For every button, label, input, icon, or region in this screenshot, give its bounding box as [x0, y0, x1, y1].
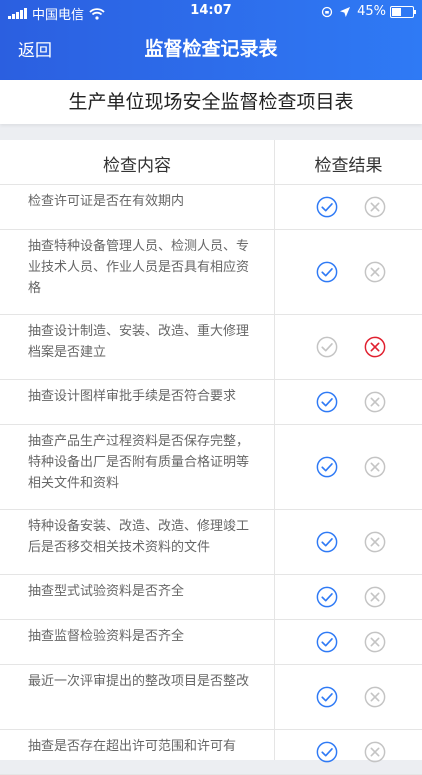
inspection-table: 检查内容 检查结果 检查许可证是否在有效期内抽查特种设备管理人员、检测人员、专业…: [0, 140, 422, 775]
result-options: [316, 261, 386, 283]
table-row: 特种设备安装、改造、改造、修理竣工后是否移交相关技术资料的文件: [0, 510, 422, 575]
check-circle-icon[interactable]: [316, 686, 338, 708]
result-options: [316, 391, 386, 413]
check-item-text: 抽查设计图样审批手续是否符合要求: [28, 389, 237, 404]
battery-icon: [390, 5, 416, 18]
x-circle-icon[interactable]: [364, 261, 386, 283]
result-options: [316, 631, 386, 653]
check-item-text: 检查许可证是否在有效期内: [28, 194, 185, 209]
table-row: 抽查特种设备管理人员、检测人员、专业技术人员、作业人员是否具有相应资格: [0, 230, 422, 315]
x-circle-icon[interactable]: [364, 336, 386, 358]
check-circle-icon[interactable]: [316, 741, 338, 763]
table-row: 最近一次评审提出的整改项目是否整改: [0, 665, 422, 730]
subtitle-bar: 生产单位现场安全监督检查项目表: [0, 80, 422, 124]
table-header: 检查内容 检查结果: [0, 140, 422, 185]
header-result: 检查结果: [314, 156, 383, 176]
x-circle-icon[interactable]: [364, 391, 386, 413]
check-circle-icon[interactable]: [316, 631, 338, 653]
check-item-text: 抽查产品生产过程资料是否保存完整，特种设备出厂是否附有质量合格证明等相关文件和资…: [28, 434, 250, 491]
table-row: 抽查设计图样审批手续是否符合要求: [0, 380, 422, 425]
result-options: [316, 586, 386, 608]
check-item-text: 抽查设计制造、安装、改造、重大修理档案是否建立: [28, 324, 250, 360]
check-item-text: 最近一次评审提出的整改项目是否整改: [28, 674, 250, 689]
check-circle-icon[interactable]: [316, 196, 338, 218]
result-options: [316, 196, 386, 218]
orientation-lock-icon: [321, 6, 333, 17]
table-row: 检查许可证是否在有效期内: [0, 185, 422, 230]
check-circle-icon[interactable]: [316, 531, 338, 553]
app-header: 中国电信 14:07 45% 监督检查记录表 返回: [0, 0, 422, 80]
x-circle-icon[interactable]: [364, 586, 386, 608]
check-circle-icon[interactable]: [316, 586, 338, 608]
table-row: 抽查产品生产过程资料是否保存完整，特种设备出厂是否附有质量合格证明等相关文件和资…: [0, 425, 422, 510]
check-item-text: 抽查监督检验资料是否齐全: [28, 629, 185, 644]
check-circle-icon[interactable]: [316, 336, 338, 358]
table-subtitle: 生产单位现场安全监督检查项目表: [68, 91, 354, 113]
check-circle-icon[interactable]: [316, 391, 338, 413]
check-item-text: 抽查型式试验资料是否齐全: [28, 584, 185, 599]
result-options: [316, 531, 386, 553]
x-circle-icon[interactable]: [364, 686, 386, 708]
location-icon: [340, 6, 351, 17]
x-circle-icon[interactable]: [364, 531, 386, 553]
page-title: 监督检查记录表: [144, 38, 278, 60]
table-row: 抽查型式试验资料是否齐全: [0, 575, 422, 620]
x-circle-icon[interactable]: [364, 456, 386, 478]
result-options: [316, 456, 386, 478]
table-row: 抽查监督检验资料是否齐全: [0, 620, 422, 665]
battery-percent: 45%: [357, 4, 386, 19]
header-content: 检查内容: [103, 156, 171, 176]
x-circle-icon[interactable]: [364, 741, 386, 763]
nav-bar: 监督检查记录表 返回: [0, 32, 422, 62]
table-row: 抽查是否存在超出许可范围和许可有: [0, 730, 422, 775]
check-circle-icon[interactable]: [316, 456, 338, 478]
check-item-text: 抽查特种设备管理人员、检测人员、专业技术人员、作业人员是否具有相应资格: [28, 239, 250, 296]
x-circle-icon[interactable]: [364, 196, 386, 218]
status-bar: 中国电信 14:07 45%: [0, 0, 422, 24]
result-options: [316, 741, 386, 763]
result-options: [316, 686, 386, 708]
table-row: 抽查设计制造、安装、改造、重大修理档案是否建立: [0, 315, 422, 380]
check-item-text: 抽查是否存在超出许可范围和许可有: [28, 739, 237, 754]
x-circle-icon[interactable]: [364, 631, 386, 653]
check-item-text: 特种设备安装、改造、改造、修理竣工后是否移交相关技术资料的文件: [28, 519, 250, 555]
check-circle-icon[interactable]: [316, 261, 338, 283]
back-button[interactable]: 返回: [18, 36, 52, 61]
result-options: [316, 336, 386, 358]
